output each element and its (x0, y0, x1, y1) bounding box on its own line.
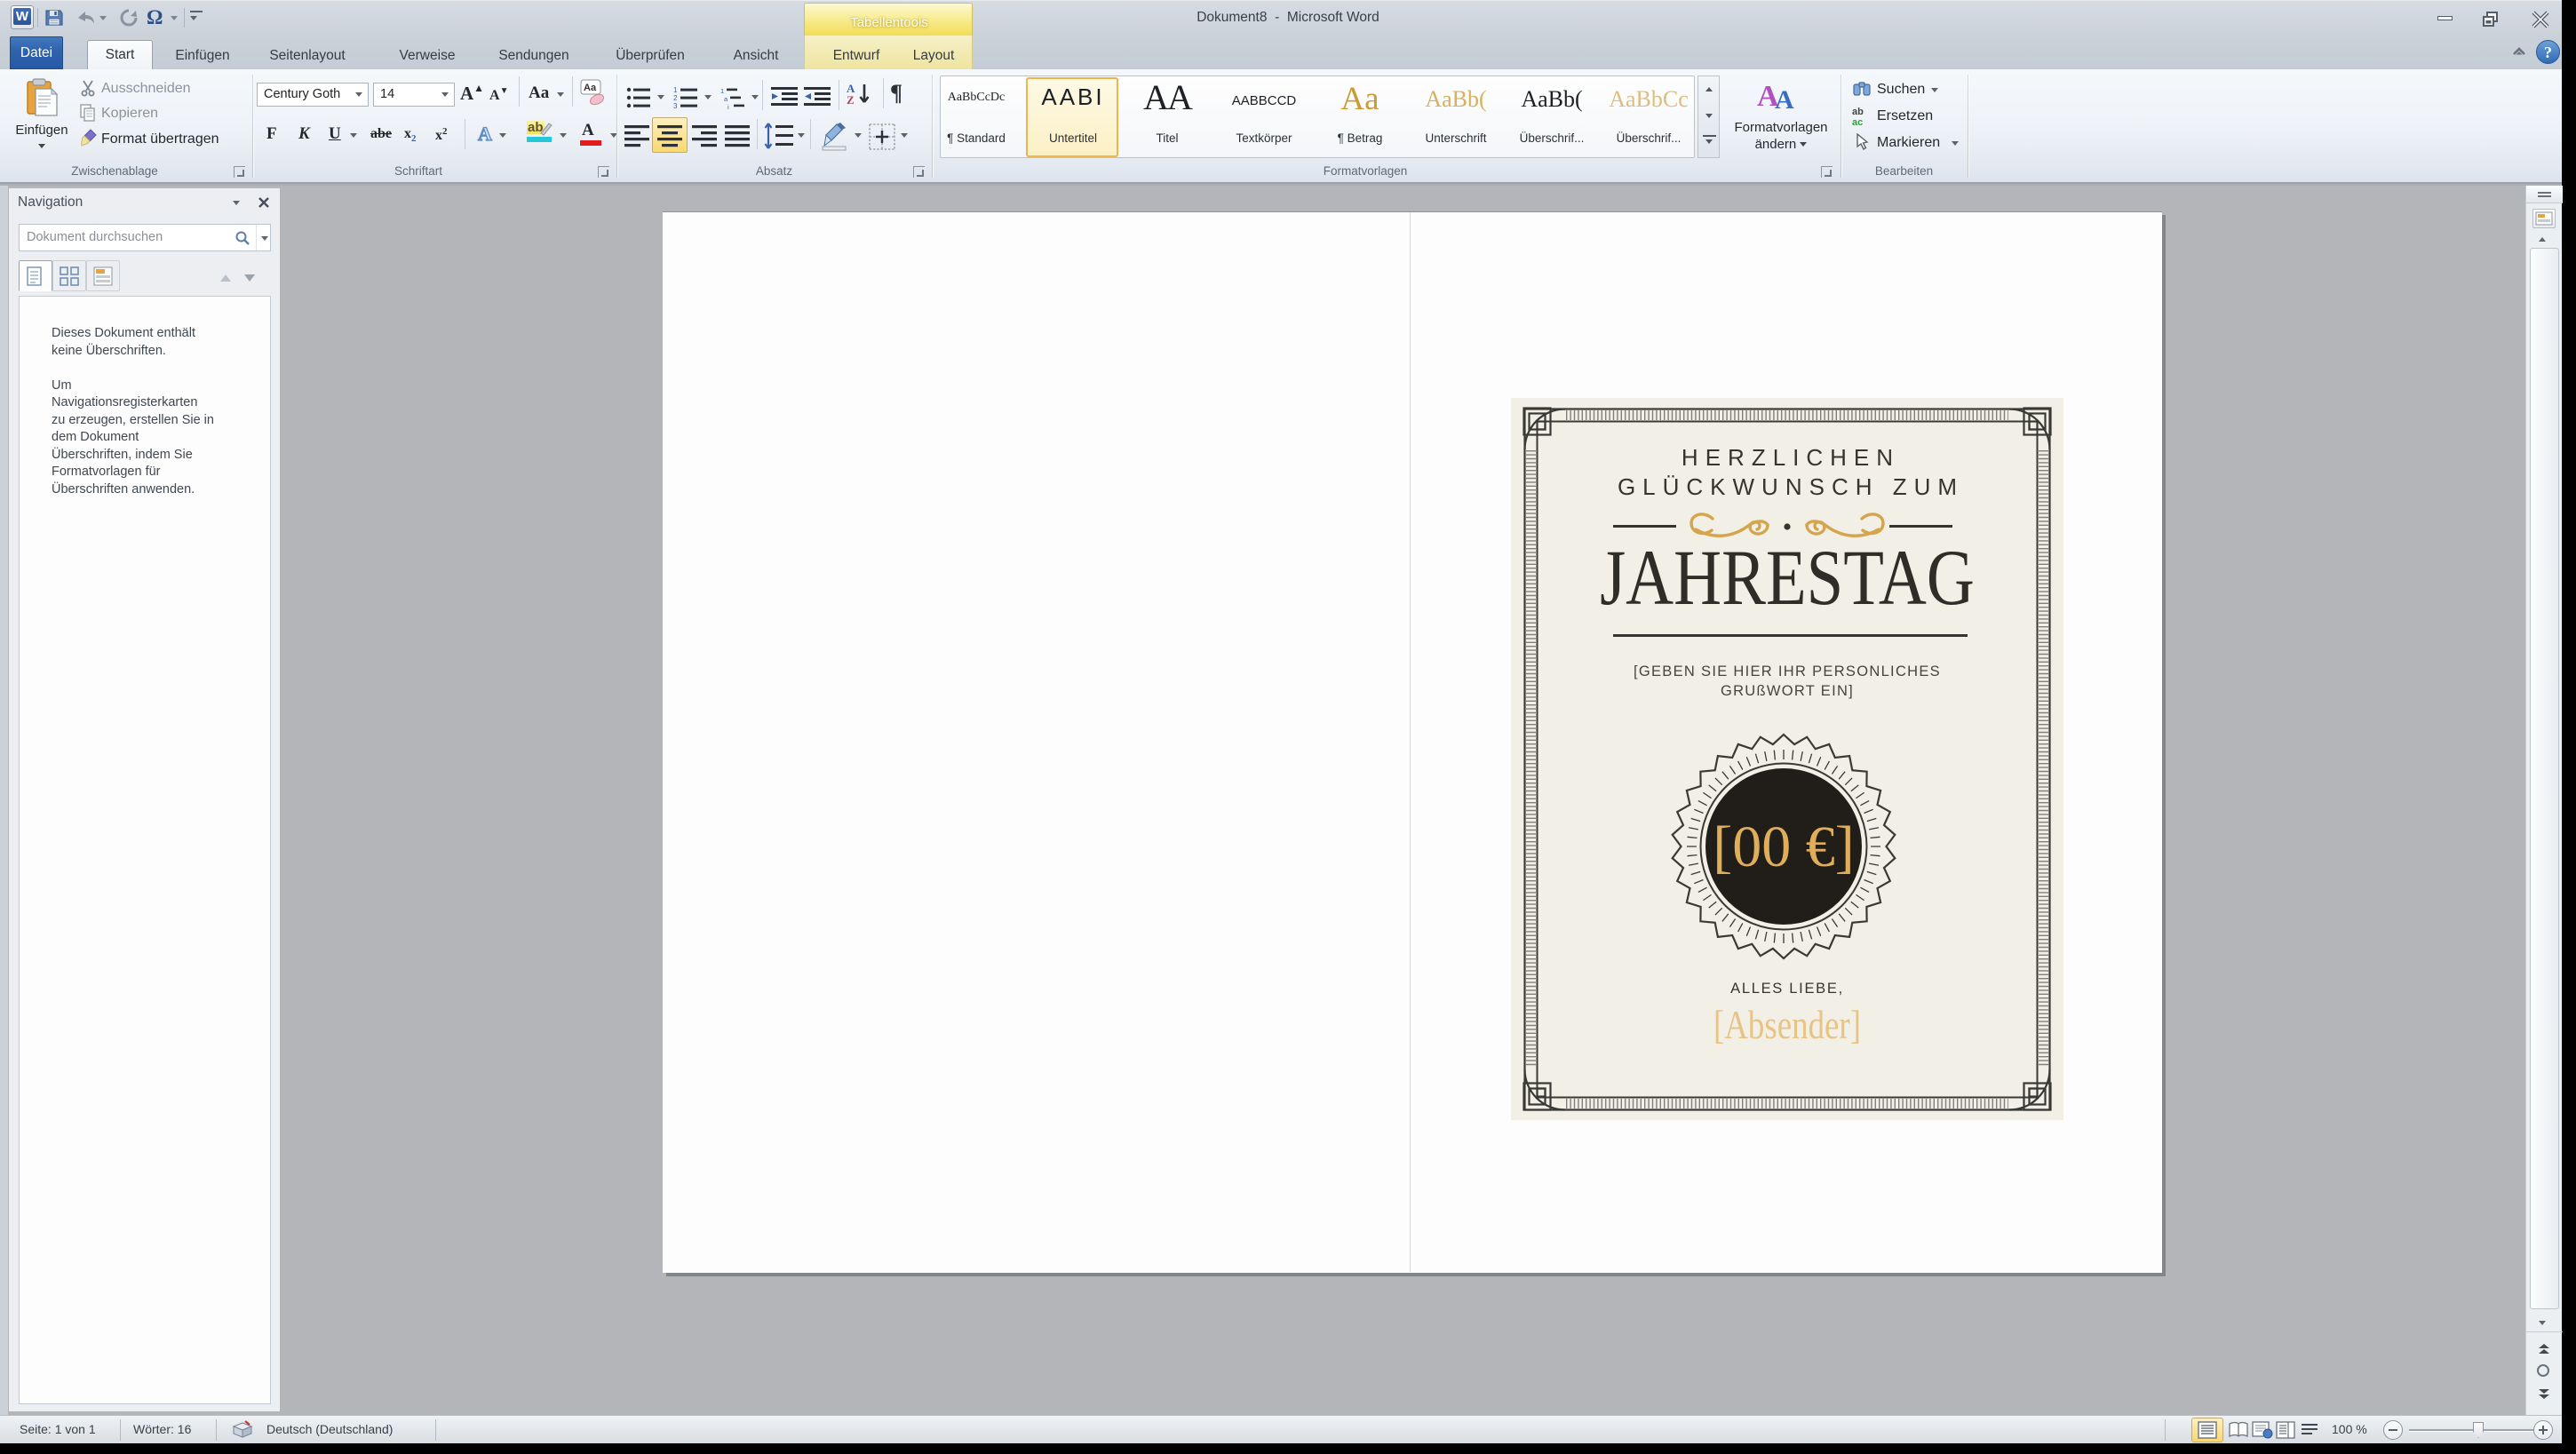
svg-text:a: a (724, 95, 728, 103)
svg-text:i: i (727, 103, 729, 109)
svg-text:1: 1 (673, 86, 678, 94)
svg-text:2: 2 (673, 94, 678, 102)
svg-text:3: 3 (673, 102, 678, 109)
svg-text:[00 €]: [00 €] (1713, 814, 1854, 879)
svg-text:Aa: Aa (584, 83, 597, 93)
svg-text:1: 1 (720, 87, 724, 95)
